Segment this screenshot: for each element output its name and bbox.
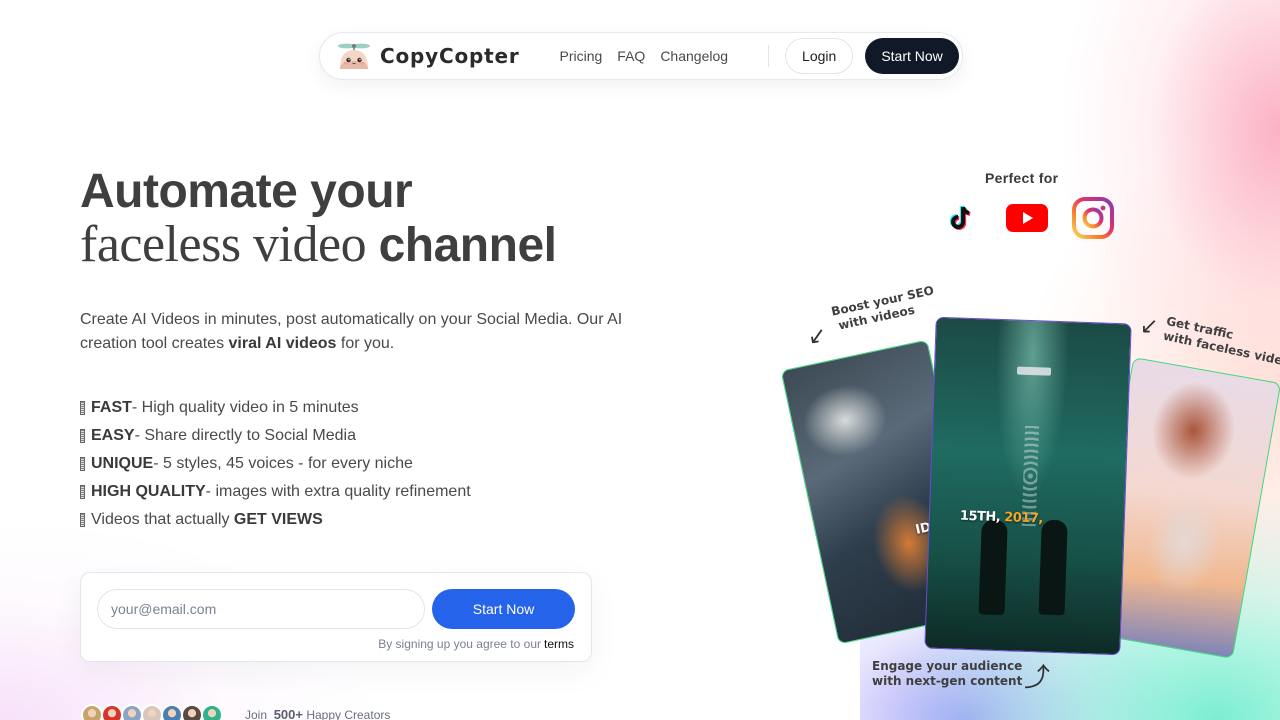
youtube-icon bbox=[1005, 196, 1049, 240]
avatar bbox=[101, 704, 123, 720]
watermark-badge bbox=[1016, 366, 1052, 376]
nav-divider bbox=[768, 45, 770, 67]
feature-text: - 5 styles, 45 voices - for every niche bbox=[153, 455, 413, 472]
desc-text-2: for you. bbox=[336, 335, 395, 352]
feature-item-get-views: Videos that actually GET VIEWS bbox=[80, 506, 471, 534]
instagram-icon bbox=[1071, 196, 1115, 240]
nav-start-now-button[interactable]: Start Now bbox=[865, 38, 959, 74]
video-card-divers[interactable]: 15TH, 2017, bbox=[924, 316, 1132, 656]
join-label: Join bbox=[245, 708, 268, 720]
feature-label: UNIQUE bbox=[91, 455, 154, 472]
feature-text: - Share directly to Social Media bbox=[134, 427, 357, 444]
perfect-for-heading: Perfect for bbox=[985, 170, 1059, 186]
diver-silhouette bbox=[1038, 519, 1068, 616]
creator-count: 500+ bbox=[273, 707, 303, 720]
curved-arrow-up-icon: ⤴ bbox=[1024, 663, 1051, 693]
bullet-icon bbox=[80, 513, 85, 527]
nav-links: Pricing FAQ Changelog bbox=[560, 48, 729, 64]
bullet-icon bbox=[80, 429, 85, 443]
hero-title-serif: faceless video bbox=[80, 216, 379, 273]
desc-bold: viral AI videos bbox=[228, 335, 337, 352]
annotation-engage-line1: Engage your audience bbox=[872, 659, 1023, 673]
login-button[interactable]: Login bbox=[785, 38, 854, 74]
avatar bbox=[141, 704, 163, 720]
diver-silhouette bbox=[978, 519, 1008, 616]
nav-link-faq[interactable]: FAQ bbox=[617, 48, 645, 64]
avatar bbox=[161, 704, 183, 720]
avatar bbox=[201, 704, 223, 720]
caption-white: 15TH, bbox=[959, 508, 1005, 526]
curved-arrow-down-icon: ↙ bbox=[1140, 314, 1159, 339]
join-creators-text: Join 500+ Happy Creators bbox=[245, 707, 390, 720]
feature-text: - images with extra quality refinement bbox=[205, 483, 471, 500]
annotation-traffic: Get traffic with faceless video bbox=[1162, 314, 1280, 370]
caption-highlight: 2017, bbox=[1003, 510, 1044, 527]
brand-logo-link[interactable]: CopyCopter bbox=[336, 41, 520, 71]
terms-notice: By signing up you agree to our terms bbox=[378, 637, 574, 651]
feature-item-unique: UNIQUE - 5 styles, 45 voices - for every… bbox=[80, 450, 471, 478]
hero-title-line1: Automate your bbox=[80, 165, 413, 218]
terms-link[interactable]: terms bbox=[544, 637, 574, 651]
copter-mascot-icon bbox=[336, 41, 372, 71]
feature-text: Videos that actually bbox=[91, 511, 230, 528]
annotation-engage-line2: with next-gen content bbox=[872, 674, 1023, 688]
email-input[interactable] bbox=[97, 589, 425, 629]
signup-form: Start Now By signing up you agree to our… bbox=[80, 572, 592, 662]
feature-label: EASY bbox=[91, 427, 135, 444]
feature-item-easy: EASY - Share directly to Social Media bbox=[80, 422, 471, 450]
avatar bbox=[181, 704, 203, 720]
top-nav: CopyCopter Pricing FAQ Changelog Login S… bbox=[319, 32, 963, 80]
join-suffix: Happy Creators bbox=[306, 708, 391, 720]
bullet-icon bbox=[80, 457, 85, 471]
hero-title: Automate your faceless video channel bbox=[80, 165, 557, 273]
hero-title-line2: faceless video channel bbox=[80, 216, 557, 273]
card-center-caption: 15TH, 2017, bbox=[960, 509, 1043, 527]
feature-list: FAST - High quality video in 5 minutes E… bbox=[80, 394, 471, 534]
nav-link-pricing[interactable]: Pricing bbox=[560, 48, 603, 64]
feature-item-high-quality: HIGH QUALITY - images with extra quality… bbox=[80, 478, 471, 506]
curved-arrow-down-icon: ↙ bbox=[805, 322, 829, 351]
creator-avatars bbox=[81, 704, 223, 720]
feature-label: GET VIEWS bbox=[233, 511, 323, 528]
tiktok-icon bbox=[939, 196, 983, 240]
terms-text: By signing up you agree to our bbox=[378, 637, 541, 651]
avatar bbox=[121, 704, 143, 720]
bullet-icon bbox=[80, 485, 85, 499]
hero-description: Create AI Videos in minutes, post automa… bbox=[80, 308, 640, 356]
feature-label: HIGH QUALITY bbox=[91, 483, 206, 500]
feature-item-fast: FAST - High quality video in 5 minutes bbox=[80, 394, 471, 422]
feature-label: FAST bbox=[91, 399, 132, 416]
hero-title-bold: channel bbox=[378, 219, 557, 272]
feature-text: - High quality video in 5 minutes bbox=[131, 399, 359, 416]
avatar bbox=[81, 704, 103, 720]
signup-start-now-button[interactable]: Start Now bbox=[432, 589, 575, 629]
bullet-icon bbox=[80, 401, 85, 415]
brand-name: CopyCopter bbox=[380, 44, 520, 68]
nav-link-changelog[interactable]: Changelog bbox=[660, 48, 728, 64]
annotation-engage: Engage your audience with next-gen conte… bbox=[872, 659, 1022, 689]
annotation-seo: Boost your SEO with videos bbox=[830, 283, 938, 334]
